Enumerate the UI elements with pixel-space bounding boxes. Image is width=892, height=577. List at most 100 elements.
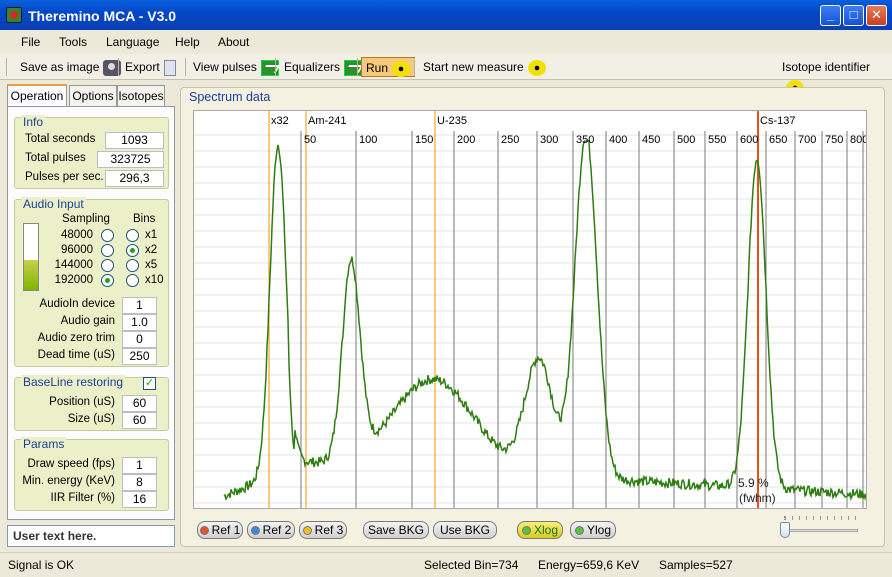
status-bar: Signal is OK Selected Bin=734 Energy=659… [0,552,892,577]
xlog-button[interactable]: Xlog [517,521,563,539]
draw-speed-input[interactable]: 1 [122,457,157,474]
dead-time-input[interactable]: 250 [122,348,157,365]
bins-label: Bins [133,213,156,225]
toolbar-separator [414,58,415,76]
export-icon [163,59,176,76]
total-pulses-label: Total pulses [25,152,86,164]
ref-1-button[interactable]: Ref 1 [197,521,243,539]
led-icon [302,526,312,535]
energy-tick-label: 650 [769,134,787,146]
bins-x2-label: x2 [145,244,158,256]
bins-x1-radio[interactable] [126,229,139,242]
view-pulses-button[interactable]: View pulses [190,57,279,77]
user-text-field[interactable]: User text here. [7,525,175,547]
sampling-48000-radio[interactable] [101,229,114,242]
baseline-size-label: Size (uS) [67,413,115,425]
led-icon [574,526,584,535]
tab-operation[interactable]: Operation [7,84,67,107]
toolbar-grip [6,58,7,76]
energy-tick-label: 350 [576,134,594,146]
energy-tick-label: 450 [642,134,660,146]
export-label: Export [125,60,160,74]
spectrum-chart[interactable]: 50 100 150 200 250 300 350 400 450 500 550 600 650 70… [194,111,867,509]
info-group: Info Total seconds 1093 Total pulses 323… [14,115,169,189]
led-icon [199,526,209,535]
sampling-192000-label: 192000 [54,274,93,286]
close-button[interactable]: ✕ [866,5,887,26]
isotope-id-label: Isotope identifier [782,60,871,74]
toolbar-separator [118,58,119,76]
menu-file[interactable]: File [21,35,40,49]
iir-filter-label: IIR Filter (%) [50,492,115,504]
view-pulses-label: View pulses [193,60,257,74]
sampling-label: Sampling [62,213,110,225]
energy-tick-label: 800 [850,134,867,146]
led-icon [521,526,531,535]
isotope-marker-label: Cs-137 [760,115,795,127]
export-button[interactable]: Export [122,57,176,77]
params-group: Params Draw speed (fps) 1 Min. energy (K… [14,437,169,511]
run-button[interactable]: Run [361,57,416,77]
button-label: Ref 3 [314,523,344,537]
audio-level-meter [23,223,39,291]
zero-trim-input[interactable]: 0 [122,331,157,348]
audio-device-input[interactable]: 1 [122,297,157,314]
window-title: Theremino MCA - V3.0 [28,8,177,24]
equalizers-button[interactable]: Equalizers [281,57,363,77]
audio-input-title: Audio Input [21,197,86,211]
zoom-slider[interactable] [778,514,862,540]
energy-tick-label: 300 [540,134,558,146]
button-label: Ref 1 [211,523,241,537]
ylog-button[interactable]: Ylog [570,521,616,539]
audio-gain-input[interactable]: 1.0 [122,314,157,331]
sampling-144000-radio[interactable] [101,259,114,272]
button-label: Ylog [586,523,612,537]
energy-tick-label: 600 [740,134,758,146]
baseline-size-input[interactable]: 60 [122,412,157,429]
ref-3-button[interactable]: Ref 3 [299,521,347,539]
sampling-48000-label: 48000 [61,229,93,241]
menu-tools[interactable]: Tools [59,35,87,49]
minimize-button[interactable]: _ [820,5,841,26]
led-icon [250,526,260,535]
slider-thumb[interactable] [780,522,790,538]
baseline-checkbox[interactable]: ✓ [143,377,156,390]
energy-tick-label: 400 [609,134,627,146]
isotope-marker-label: x32 [271,115,289,127]
maximize-button[interactable]: □ [843,5,864,26]
start-new-measure-button[interactable]: Start new measure [420,57,546,77]
total-seconds-label: Total seconds [25,133,96,145]
menu-help[interactable]: Help [175,35,200,49]
isotope-identifier-button[interactable]: Isotope identifier [779,57,892,96]
menu-about[interactable]: About [218,35,249,49]
iir-filter-input[interactable]: 16 [122,491,157,508]
radiation-icon [527,59,546,76]
ref-2-button[interactable]: Ref 2 [247,521,295,539]
operation-panel: Info Total seconds 1093 Total pulses 323… [7,106,175,520]
toolbar-separator [275,58,276,76]
sampling-96000-radio[interactable] [101,244,114,257]
baseline-group: BaseLine restoring ✓ Position (uS) 60 Si… [14,375,169,431]
baseline-position-input[interactable]: 60 [122,395,157,412]
selected-bin-status: Selected Bin=734 [424,558,519,572]
audio-level-fill [24,260,38,290]
menu-language[interactable]: Language [106,35,159,49]
save-bkg-button[interactable]: Save BKG [363,521,429,539]
tab-options[interactable]: Options [69,85,117,107]
bins-x2-radio[interactable] [126,244,139,257]
save-image-button[interactable]: Save as image [17,57,122,77]
tab-isotopes[interactable]: Isotopes [117,85,165,107]
use-bkg-button[interactable]: Use BKG [433,521,497,539]
energy-tick-label: 150 [415,134,433,146]
spectrum-plot[interactable]: 50 100 150 200 250 300 350 400 450 500 550 600 650 70… [193,110,867,509]
sampling-192000-radio[interactable] [101,274,114,287]
energy-tick-label: 700 [798,134,816,146]
draw-speed-label: Draw speed (fps) [27,458,115,470]
bins-x1-label: x1 [145,229,158,241]
info-title: Info [21,115,46,129]
bins-x5-radio[interactable] [126,259,139,272]
energy-tick-label: 250 [501,134,519,146]
bins-x10-radio[interactable] [126,274,139,287]
min-energy-input[interactable]: 8 [122,474,157,491]
isotope-marker-label: Am-241 [308,115,347,127]
